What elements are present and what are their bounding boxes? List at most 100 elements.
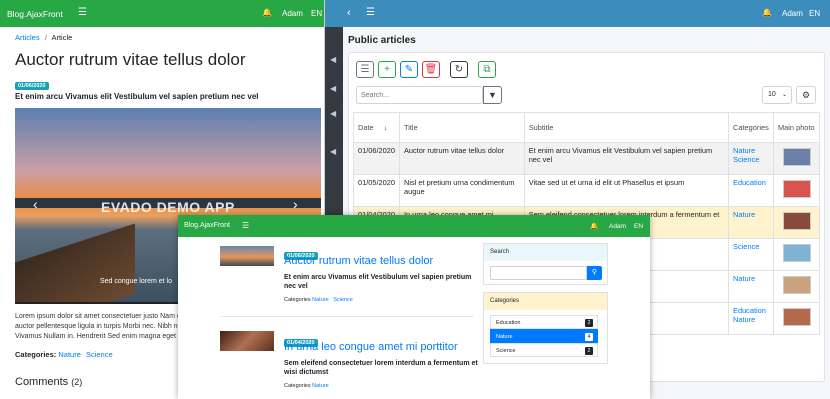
collapse-arrow-icon[interactable]: ◀: [330, 84, 336, 93]
bars-icon[interactable]: ☰: [78, 7, 87, 18]
post-categories-label: Categories: [284, 383, 311, 389]
category-link[interactable]: Science: [733, 242, 759, 251]
column-photo[interactable]: Main photo: [773, 112, 820, 143]
cell-photo: [773, 238, 820, 271]
category-item-nature[interactable]: Nature 4: [490, 329, 598, 343]
add-button[interactable]: +: [378, 61, 396, 78]
date-badge: 01/06/2020: [15, 82, 49, 90]
copy-button[interactable]: ⧉: [478, 61, 496, 78]
page-size-select[interactable]: 10 ⌄: [762, 86, 792, 104]
bell-icon[interactable]: 🔔: [762, 8, 772, 17]
category-link-nature[interactable]: Nature: [58, 350, 81, 359]
admin-user[interactable]: Adam: [782, 9, 803, 18]
category-link[interactable]: Nature: [733, 274, 755, 283]
category-link-nature[interactable]: Nature: [312, 297, 329, 303]
list-button[interactable]: ☰: [356, 61, 374, 78]
column-title[interactable]: Title: [399, 112, 525, 143]
photo-thumbnail[interactable]: [782, 276, 811, 294]
cell-subtitle: Et enim arcu Vivamus elit Vestibulum vel…: [523, 142, 730, 175]
blog-lang[interactable]: EN: [634, 223, 643, 230]
photo-thumbnail[interactable]: [782, 180, 811, 198]
category-item-science[interactable]: Science 2: [490, 343, 598, 357]
article-user[interactable]: Adam: [282, 9, 303, 18]
bars-icon[interactable]: ☰: [366, 7, 375, 18]
category-item-education[interactable]: Education 2: [490, 315, 598, 329]
cell-photo: [773, 270, 820, 303]
blog-search-input[interactable]: [490, 266, 587, 280]
bell-icon[interactable]: 🔔: [590, 222, 598, 230]
carousel-prev-icon[interactable]: ‹: [33, 196, 38, 212]
brand-text: Blog.AjaxFront: [184, 222, 230, 229]
post-subtitle: Et enim arcu Vivamus elit Vestibulum vel…: [284, 274, 472, 290]
post-categories-label: Categories: [284, 297, 311, 303]
post-title[interactable]: Auctor rutrum vitae tellus dolor: [284, 255, 433, 267]
post-divider: [220, 316, 474, 317]
bell-icon[interactable]: 🔔: [262, 8, 272, 17]
column-categories[interactable]: Categories: [728, 112, 775, 143]
blog-search-button[interactable]: ⚲: [587, 266, 602, 280]
cell-photo: [773, 302, 820, 335]
collapse-arrow-icon[interactable]: ◀: [330, 55, 336, 64]
collapse-arrow-icon[interactable]: ◀: [330, 147, 336, 156]
settings-button[interactable]: ⚙: [796, 86, 816, 104]
edit-button[interactable]: ✎: [400, 61, 418, 78]
bars-icon[interactable]: ☰: [242, 221, 249, 230]
filter-button[interactable]: ▼: [483, 86, 502, 104]
column-subtitle[interactable]: Subtitle: [523, 112, 730, 143]
categories-panel-header: Categories: [484, 293, 607, 310]
page-size-value: 10: [768, 91, 776, 98]
blog-user[interactable]: Adam: [609, 223, 626, 230]
brand-logo[interactable]: Blog.AjaxFront: [7, 9, 63, 19]
post-thumbnail[interactable]: [220, 331, 274, 351]
breadcrumb-articles[interactable]: Articles: [15, 33, 40, 42]
table-row[interactable]: 01/06/2020 Auctor rutrum vitae tellus dol…: [353, 142, 820, 175]
category-link[interactable]: Nature: [733, 146, 755, 155]
categories-label: Categories:: [15, 350, 57, 359]
refresh-button[interactable]: ↻: [450, 61, 468, 78]
collapse-arrow-icon[interactable]: ◀: [330, 109, 336, 118]
pier-shape: [15, 223, 135, 304]
category-count: 2: [585, 347, 593, 355]
search-icon: ⚲: [591, 269, 598, 276]
comments-heading: Comments (2): [15, 376, 82, 388]
photo-thumbnail[interactable]: [782, 212, 811, 230]
categories-panel: Categories Education 2 Nature 4 Science …: [483, 292, 608, 364]
carousel-next-icon[interactable]: ›: [293, 196, 298, 212]
column-date[interactable]: Date ↓: [353, 112, 400, 143]
photo-thumbnail[interactable]: [782, 148, 811, 166]
table-row[interactable]: 01/05/2020 Nisl et pretium urna condiment…: [353, 174, 820, 207]
category-link[interactable]: Education: [733, 306, 766, 315]
category-link-nature[interactable]: Nature: [312, 383, 329, 389]
breadcrumb-current: Article: [51, 33, 73, 42]
chevron-left-icon[interactable]: ‹: [347, 7, 351, 19]
search-input[interactable]: [356, 86, 483, 104]
brand-logo[interactable]: Blog.AjaxFront: [184, 222, 230, 229]
filter-icon: ▼: [488, 90, 497, 100]
category-link[interactable]: Education: [733, 178, 766, 187]
post-thumbnail[interactable]: [220, 246, 274, 266]
admin-lang[interactable]: EN: [809, 9, 820, 18]
gear-icon: ⚙: [801, 90, 811, 100]
page-title: Public articles: [348, 35, 416, 46]
category-link[interactable]: Nature: [733, 210, 755, 219]
category-link[interactable]: Nature: [733, 315, 755, 324]
post-title[interactable]: In urna leo congue amet mi porttitor: [284, 341, 458, 353]
category-link-science[interactable]: Science: [86, 350, 113, 359]
category-link[interactable]: Science: [733, 155, 759, 164]
breadcrumb-separator: /: [44, 33, 47, 42]
article-categories: Categories: Nature Science: [15, 350, 113, 359]
delete-button[interactable]: 🗑: [422, 61, 440, 78]
cell-categories: Science: [728, 238, 775, 271]
article-lang[interactable]: EN: [311, 9, 322, 18]
cell-categories: Education Nature: [728, 302, 775, 335]
breadcrumb: Articles / Article: [15, 33, 72, 42]
cell-photo: [773, 206, 820, 239]
category-link-science[interactable]: Science: [333, 297, 353, 303]
category-name: Science: [496, 348, 516, 354]
photo-thumbnail[interactable]: [782, 244, 811, 262]
sort-arrow-icon: ↓: [383, 123, 388, 132]
cell-date: 01/06/2020: [353, 142, 400, 175]
photo-thumbnail[interactable]: [782, 308, 811, 326]
post-categories: Categories Nature: [284, 383, 329, 389]
category-name: Nature: [496, 334, 513, 340]
